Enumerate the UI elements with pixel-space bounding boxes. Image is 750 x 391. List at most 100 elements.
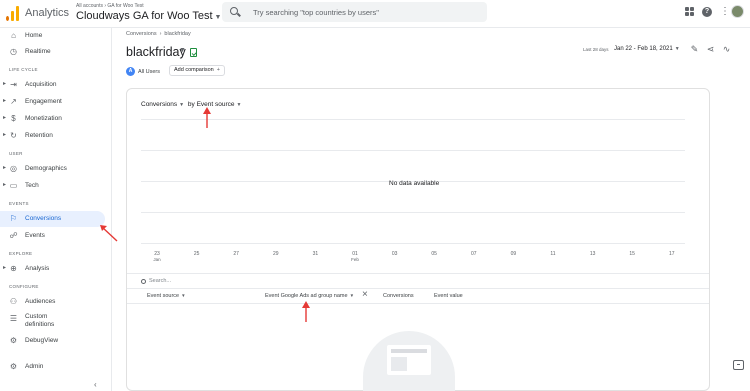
gear-icon: ⚙	[9, 362, 18, 371]
column-event-source[interactable]: Event source ▼	[147, 293, 186, 299]
sidebar-item-label: Conversions	[25, 215, 62, 222]
more-vert-icon[interactable]: ⋮	[720, 6, 730, 17]
chevron-down-icon[interactable]: ▼	[237, 102, 242, 108]
annotation-arrow-icon	[203, 107, 211, 128]
add-comparison-label: Add comparison	[174, 67, 214, 73]
sidebar-item-retention[interactable]: ▸ ↻ Retention	[0, 128, 105, 144]
acquisition-icon: ⇥	[10, 80, 17, 89]
all-users-label: All Users	[138, 68, 161, 75]
date-range-value: Jan 22 - Feb 18, 2021	[614, 46, 673, 52]
sidebar-item-label: Acquisition	[25, 81, 57, 88]
column-conversions[interactable]: Conversions	[383, 293, 414, 299]
title-dropdown-icon[interactable]: ▼	[179, 47, 186, 54]
property-selector[interactable]: Cloudways GA for Woo Test ▼	[76, 10, 221, 22]
sidebar-item-label: Analysis	[25, 265, 50, 272]
metric-selector[interactable]: Conversions	[141, 101, 177, 108]
search-input[interactable]: Try searching "top countries by users"	[222, 2, 487, 22]
sidebar-item-label: DebugView	[25, 337, 59, 344]
x-tick-label: 05	[431, 251, 437, 257]
chart-header: Conversions ▼ by Event source ▼	[141, 101, 243, 108]
sidebar-item-admin[interactable]: ⚙ Admin	[0, 359, 105, 375]
x-tick-label: 11	[550, 251, 556, 257]
expand-arrow-icon: ▸	[3, 165, 7, 171]
gridline	[141, 212, 685, 213]
all-users-badge: A	[126, 67, 135, 76]
sidebar-item-label: Home	[25, 32, 43, 39]
sidebar-item-events[interactable]: ☍ Events	[0, 228, 105, 244]
help-icon[interactable]: ?	[702, 6, 712, 17]
tech-icon: ▭	[9, 181, 18, 190]
analytics-logo-icon[interactable]	[6, 6, 20, 21]
sidebar-item-conversions[interactable]: ⚐ Conversions	[0, 211, 105, 227]
x-tick-label: 07	[471, 251, 477, 257]
expand-arrow-icon: ▸	[3, 115, 7, 121]
column-ad-group[interactable]: Event Google Ads ad group name ▼	[265, 293, 354, 299]
avatar[interactable]	[731, 5, 744, 18]
search-icon	[230, 7, 238, 15]
plus-icon: +	[216, 67, 220, 73]
app-name: Analytics	[25, 7, 70, 19]
gridline	[141, 243, 685, 244]
custom-definitions-icon: ☰	[9, 314, 18, 323]
home-icon: ⌂	[11, 31, 16, 40]
apps-grid-icon[interactable]	[685, 7, 694, 16]
search-placeholder: Try searching "top countries by users"	[253, 8, 379, 17]
sidebar-item-analysis[interactable]: ▸ ⊕ Analysis	[0, 261, 105, 277]
sidebar-item-acquisition[interactable]: ▸ ⇥ Acquisition	[0, 77, 105, 93]
x-tick-label: 31	[312, 251, 319, 257]
feedback-icon[interactable]	[733, 360, 744, 370]
date-range-picker[interactable]: Jan 22 - Feb 18, 2021 ▼	[614, 46, 680, 52]
sidebar-item-audiences[interactable]: ⚇ Audiences	[0, 294, 105, 310]
table-search-placeholder: Search...	[149, 278, 172, 284]
column-label: Event source	[147, 293, 180, 299]
x-tick-label: 01 Feb	[351, 251, 359, 262]
report-card: Conversions ▼ by Event source ▼ No data av…	[126, 88, 710, 391]
table-header: Event source ▼ Event Google Ads ad group …	[127, 289, 709, 304]
section-label-user: USER	[9, 151, 23, 156]
expand-arrow-icon: ▸	[3, 182, 7, 188]
sidebar-item-realtime[interactable]: ◷ Realtime	[0, 44, 105, 60]
section-label-configure: CONFIGURE	[9, 284, 39, 289]
edit-report-icon[interactable]: ✎	[690, 45, 699, 54]
x-tick-label: 29	[273, 251, 279, 257]
breadcrumb-current: blackfriday	[164, 31, 191, 37]
property-name: Cloudways GA for Woo Test	[76, 10, 213, 22]
column-event-value[interactable]: Event value	[434, 293, 463, 299]
chevron-down-icon[interactable]: ▼	[179, 102, 184, 108]
sidebar-item-tech[interactable]: ▸ ▭ Tech	[0, 178, 105, 194]
breadcrumb-parent[interactable]: Conversions	[126, 31, 157, 37]
sidebar-item-label: Tech	[25, 182, 39, 189]
x-tick-label: 27	[233, 251, 239, 257]
sidebar-item-label: Custom	[25, 313, 48, 320]
add-comparison-button[interactable]: Add comparison +	[169, 65, 225, 76]
sidebar-item-label: Realtime	[25, 48, 51, 55]
clock-icon: ◷	[10, 47, 17, 56]
sidebar-item-custom-definitions[interactable]: ☰ Custom definitions	[0, 311, 105, 333]
sidebar-item-monetization[interactable]: ▸ $ Monetization	[0, 111, 105, 127]
audiences-icon: ⚇	[9, 297, 18, 306]
all-users-chip[interactable]: A All Users	[126, 66, 160, 77]
insights-icon[interactable]: ∿	[722, 45, 731, 54]
share-icon[interactable]: ⋖	[706, 45, 715, 54]
close-icon[interactable]: ×	[362, 290, 368, 300]
annotation-arrow-icon	[302, 301, 310, 322]
sidebar-item-debugview[interactable]: ⚙ DebugView	[0, 333, 105, 349]
expand-arrow-icon: ▸	[3, 132, 7, 138]
empty-table-illustration-icon	[363, 331, 455, 391]
account-breadcrumb[interactable]: All accounts › GA for Woo Test	[76, 3, 144, 9]
expand-arrow-icon: ▸	[3, 265, 7, 271]
table-search-input[interactable]: Search...	[127, 273, 709, 289]
x-tick-label: 03	[391, 251, 398, 257]
sidebar-item-demographics[interactable]: ▸ ◎ Demographics	[0, 161, 105, 177]
globe-icon: ◎	[10, 164, 17, 173]
events-icon: ☍	[9, 231, 18, 240]
chevron-down-icon: ▼	[349, 293, 355, 298]
retention-icon: ↻	[10, 131, 17, 140]
sidebar-item-home[interactable]: ⌂ Home	[0, 28, 105, 44]
collapse-sidebar-icon[interactable]: ‹	[94, 380, 97, 389]
sidebar-item-engagement[interactable]: ▸ ↗ Engagement	[0, 94, 105, 110]
report-status-icon[interactable]	[190, 48, 197, 57]
chevron-down-icon: ▼	[674, 46, 680, 52]
debug-icon: ⚙	[9, 336, 18, 345]
x-tick-label: 13	[589, 251, 596, 257]
